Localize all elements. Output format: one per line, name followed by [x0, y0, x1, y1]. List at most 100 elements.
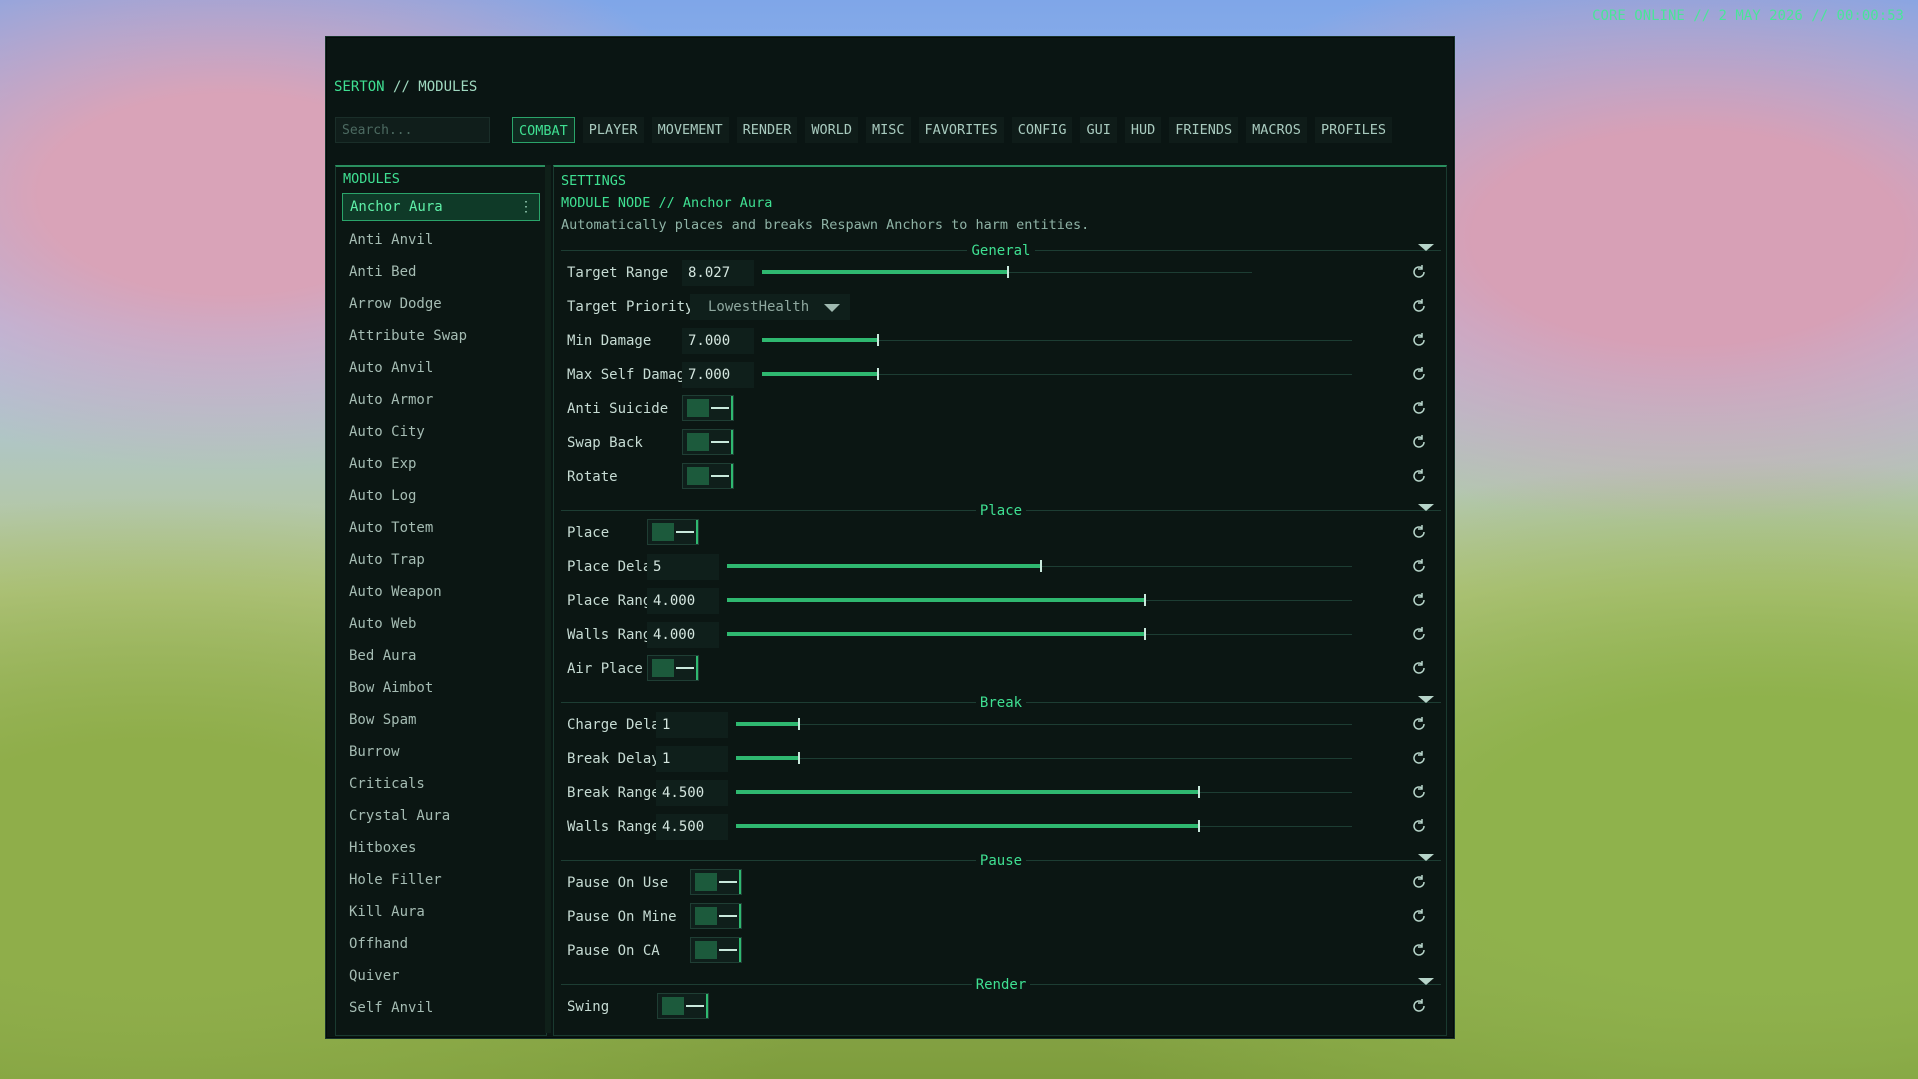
slider[interactable] [762, 334, 1352, 346]
toggle-switch[interactable] [682, 429, 734, 455]
chevron-down-icon[interactable] [1418, 978, 1434, 985]
chevron-down-icon[interactable] [1418, 504, 1434, 511]
tab-movement[interactable]: MOVEMENT [651, 117, 729, 143]
module-item[interactable]: Attribute Swap [342, 323, 540, 349]
module-item[interactable]: Auto Weapon [342, 579, 540, 605]
reset-icon[interactable] [1411, 468, 1427, 484]
value-input[interactable]: 4.000 [647, 588, 719, 614]
module-item[interactable]: Bed Aura [342, 643, 540, 669]
reset-icon[interactable] [1411, 716, 1427, 732]
reset-icon[interactable] [1411, 592, 1427, 608]
tab-favorites[interactable]: FAVORITES [918, 117, 1004, 143]
reset-icon[interactable] [1411, 400, 1427, 416]
value-input[interactable]: 1 [656, 712, 728, 738]
reset-icon[interactable] [1411, 298, 1427, 314]
reset-icon[interactable] [1411, 264, 1427, 280]
module-item[interactable]: Arrow Dodge [342, 291, 540, 317]
chevron-down-icon[interactable] [1418, 854, 1434, 861]
section-render[interactable]: Render [561, 977, 1441, 993]
module-item[interactable]: Burrow [342, 739, 540, 765]
reset-icon[interactable] [1411, 942, 1427, 958]
toggle-switch[interactable] [690, 937, 742, 963]
module-item[interactable]: Offhand [342, 931, 540, 957]
module-item[interactable]: Anchor Aura ⋮ [342, 193, 540, 221]
modules-scrollbar[interactable] [545, 165, 551, 1033]
tab-hud[interactable]: HUD [1124, 117, 1162, 143]
module-item[interactable]: Hole Filler [342, 867, 540, 893]
slider[interactable] [762, 368, 1352, 380]
tab-profiles[interactable]: PROFILES [1314, 117, 1392, 143]
value-input[interactable]: 1 [656, 746, 728, 772]
module-item[interactable]: Quiver [342, 963, 540, 989]
value-input[interactable]: 4.000 [647, 622, 719, 648]
slider[interactable] [736, 786, 1352, 798]
toggle-switch[interactable] [682, 395, 734, 421]
value-input[interactable]: 4.500 [656, 814, 728, 840]
section-break[interactable]: Break [561, 695, 1441, 711]
tab-macros[interactable]: MACROS [1246, 117, 1307, 143]
toggle-switch[interactable] [690, 903, 742, 929]
search-input[interactable]: Search... [335, 117, 490, 143]
section-pause[interactable]: Pause [561, 853, 1441, 869]
value-input[interactable]: 7.000 [682, 362, 754, 388]
module-item[interactable]: Auto Anvil [342, 355, 540, 381]
toggle-switch[interactable] [647, 655, 699, 681]
tab-render[interactable]: RENDER [736, 117, 798, 143]
module-item[interactable]: Anti Anvil [342, 227, 540, 253]
toggle-switch[interactable] [690, 869, 742, 895]
module-item[interactable]: Auto Exp [342, 451, 540, 477]
chevron-down-icon[interactable] [1418, 696, 1434, 703]
more-options-icon[interactable]: ⋮ [519, 194, 533, 220]
slider[interactable] [727, 560, 1352, 572]
module-item[interactable]: Kill Aura [342, 899, 540, 925]
tab-combat[interactable]: COMBAT [512, 117, 575, 143]
reset-icon[interactable] [1411, 818, 1427, 834]
tab-world[interactable]: WORLD [805, 117, 859, 143]
slider[interactable] [727, 594, 1352, 606]
reset-icon[interactable] [1411, 558, 1427, 574]
value-input[interactable]: 4.500 [656, 780, 728, 806]
module-item[interactable]: Crystal Aura [342, 803, 540, 829]
chevron-down-icon[interactable] [1418, 244, 1434, 251]
reset-icon[interactable] [1411, 660, 1427, 676]
module-item[interactable]: Auto Totem [342, 515, 540, 541]
toggle-switch[interactable] [647, 519, 699, 545]
section-general[interactable]: General [561, 243, 1441, 259]
value-input[interactable]: 7.000 [682, 328, 754, 354]
module-item[interactable]: Criticals [342, 771, 540, 797]
reset-icon[interactable] [1411, 332, 1427, 348]
tab-player[interactable]: PLAYER [582, 117, 644, 143]
reset-icon[interactable] [1411, 366, 1427, 382]
module-item[interactable]: Auto Armor [342, 387, 540, 413]
reset-icon[interactable] [1411, 750, 1427, 766]
reset-icon[interactable] [1411, 908, 1427, 924]
reset-icon[interactable] [1411, 434, 1427, 450]
module-item[interactable]: Auto Trap [342, 547, 540, 573]
slider[interactable] [736, 820, 1352, 832]
reset-icon[interactable] [1411, 998, 1427, 1014]
value-input[interactable]: 8.027 [682, 260, 754, 286]
reset-icon[interactable] [1411, 626, 1427, 642]
module-item[interactable]: Hitboxes [342, 835, 540, 861]
module-item[interactable]: Anti Bed [342, 259, 540, 285]
module-item[interactable]: Bow Aimbot [342, 675, 540, 701]
slider[interactable] [736, 718, 1352, 730]
module-item[interactable]: Auto Log [342, 483, 540, 509]
slider[interactable] [762, 266, 1252, 278]
slider[interactable] [736, 752, 1352, 764]
module-item[interactable]: Self Anvil [342, 995, 540, 1021]
section-place[interactable]: Place [561, 503, 1441, 519]
tab-misc[interactable]: MISC [866, 117, 911, 143]
toggle-switch[interactable] [657, 993, 709, 1019]
tab-friends[interactable]: FRIENDS [1169, 117, 1239, 143]
value-input[interactable]: 5 [647, 554, 719, 580]
tab-gui[interactable]: GUI [1080, 117, 1117, 143]
slider[interactable] [727, 628, 1352, 640]
target-priority-select[interactable]: LowestHealth [690, 294, 850, 320]
reset-icon[interactable] [1411, 524, 1427, 540]
module-item[interactable]: Auto City [342, 419, 540, 445]
module-item[interactable]: Bow Spam [342, 707, 540, 733]
module-item[interactable]: Auto Web [342, 611, 540, 637]
reset-icon[interactable] [1411, 874, 1427, 890]
toggle-switch[interactable] [682, 463, 734, 489]
